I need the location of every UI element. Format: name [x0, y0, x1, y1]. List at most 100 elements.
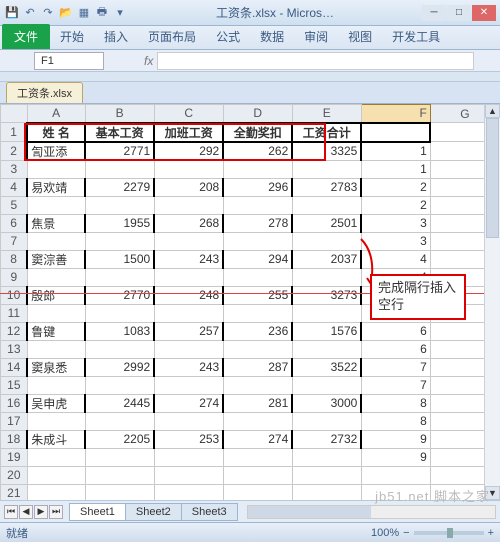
- row-header[interactable]: 6: [1, 214, 28, 232]
- cell[interactable]: [292, 160, 361, 178]
- sheet-tab-3[interactable]: Sheet3: [181, 503, 238, 521]
- row-header[interactable]: 8: [1, 250, 28, 268]
- cell[interactable]: 鲁键: [27, 322, 85, 340]
- cell[interactable]: [292, 448, 361, 466]
- tab-insert[interactable]: 插入: [94, 24, 138, 49]
- cell[interactable]: 292: [154, 142, 223, 161]
- col-header-C[interactable]: C: [154, 105, 223, 123]
- cell[interactable]: 2445: [85, 394, 154, 412]
- tab-data[interactable]: 数据: [250, 24, 294, 49]
- qat-undo-icon[interactable]: ↶: [22, 5, 38, 21]
- cell[interactable]: [292, 484, 361, 500]
- cell[interactable]: 窦淙善: [27, 250, 85, 268]
- cell[interactable]: [154, 448, 223, 466]
- row-header[interactable]: 16: [1, 394, 28, 412]
- close-button[interactable]: ✕: [472, 5, 496, 21]
- cell[interactable]: 248: [154, 286, 223, 304]
- cell[interactable]: 262: [223, 142, 292, 161]
- cell[interactable]: 2037: [292, 250, 361, 268]
- formula-bar[interactable]: [157, 52, 474, 70]
- cell[interactable]: 287: [223, 358, 292, 376]
- cell[interactable]: 257: [154, 322, 223, 340]
- cell[interactable]: 朱成斗: [27, 430, 85, 448]
- header-cell[interactable]: 全勤奖扣: [223, 123, 292, 142]
- col-header-F[interactable]: F: [361, 105, 430, 123]
- cell[interactable]: 2205: [85, 430, 154, 448]
- cell[interactable]: 易欢靖: [27, 178, 85, 196]
- cell[interactable]: 1: [361, 142, 430, 161]
- cell[interactable]: [154, 376, 223, 394]
- cell[interactable]: [85, 268, 154, 286]
- cell[interactable]: [154, 160, 223, 178]
- cell[interactable]: [154, 196, 223, 214]
- row-header[interactable]: 11: [1, 304, 28, 322]
- header-cell[interactable]: 加班工资: [154, 123, 223, 142]
- row-header[interactable]: 15: [1, 376, 28, 394]
- tab-view[interactable]: 视图: [338, 24, 382, 49]
- cell[interactable]: 2732: [292, 430, 361, 448]
- cell[interactable]: [27, 466, 85, 484]
- cell[interactable]: [154, 484, 223, 500]
- row-header[interactable]: 2: [1, 142, 28, 161]
- zoom-slider[interactable]: [414, 531, 484, 535]
- maximize-button[interactable]: □: [447, 5, 471, 21]
- cell-selected[interactable]: [361, 123, 430, 142]
- row-header[interactable]: 3: [1, 160, 28, 178]
- cell[interactable]: 2783: [292, 178, 361, 196]
- col-header-E[interactable]: E: [292, 105, 361, 123]
- cell[interactable]: 243: [154, 250, 223, 268]
- cell[interactable]: [292, 232, 361, 250]
- horizontal-scrollbar[interactable]: [247, 505, 496, 519]
- cell[interactable]: 2: [361, 196, 430, 214]
- col-header-D[interactable]: D: [223, 105, 292, 123]
- cell[interactable]: 3000: [292, 394, 361, 412]
- cell[interactable]: 255: [223, 286, 292, 304]
- cell[interactable]: [223, 448, 292, 466]
- spreadsheet-grid[interactable]: ABCDEFG1姓 名基本工资加班工资全勤奖扣工资合计2訇亚添277129226…: [0, 104, 500, 500]
- col-header-B[interactable]: B: [85, 105, 154, 123]
- row-header[interactable]: 19: [1, 448, 28, 466]
- row-header[interactable]: 7: [1, 232, 28, 250]
- qat-more-icon[interactable]: ▾: [112, 5, 128, 21]
- cell[interactable]: 7: [361, 376, 430, 394]
- sheet-nav-last-icon[interactable]: ⏭: [49, 505, 63, 519]
- row-header[interactable]: 10: [1, 286, 28, 304]
- cell[interactable]: [27, 448, 85, 466]
- cell[interactable]: [85, 484, 154, 500]
- cell[interactable]: [154, 304, 223, 322]
- row-header[interactable]: 14: [1, 358, 28, 376]
- cell[interactable]: [292, 340, 361, 358]
- cell[interactable]: [223, 376, 292, 394]
- sheet-nav-next-icon[interactable]: ▶: [34, 505, 48, 519]
- cell[interactable]: 3: [361, 214, 430, 232]
- cell[interactable]: [292, 376, 361, 394]
- ribbon-collapse[interactable]: [0, 72, 500, 82]
- cell[interactable]: 274: [223, 430, 292, 448]
- cell[interactable]: [154, 340, 223, 358]
- workbook-tab[interactable]: 工资条.xlsx: [6, 82, 83, 103]
- cell[interactable]: 2279: [85, 178, 154, 196]
- tab-developer[interactable]: 开发工具: [382, 24, 450, 49]
- cell[interactable]: [292, 304, 361, 322]
- cell[interactable]: [154, 268, 223, 286]
- sheet-tab-1[interactable]: Sheet1: [69, 503, 126, 521]
- cell[interactable]: 2771: [85, 142, 154, 161]
- qat-print-icon[interactable]: 🖶: [94, 5, 110, 21]
- cell[interactable]: 9: [361, 430, 430, 448]
- cell[interactable]: 278: [223, 214, 292, 232]
- cell[interactable]: 1500: [85, 250, 154, 268]
- cell[interactable]: 3522: [292, 358, 361, 376]
- cell[interactable]: 2992: [85, 358, 154, 376]
- row-header[interactable]: 4: [1, 178, 28, 196]
- vertical-scrollbar[interactable]: ▲ ▼: [484, 104, 500, 500]
- fx-icon[interactable]: fx: [144, 54, 153, 68]
- zoom-in-button[interactable]: +: [488, 527, 494, 539]
- cell[interactable]: [223, 412, 292, 430]
- sheet-nav-first-icon[interactable]: ⏮: [4, 505, 18, 519]
- cell[interactable]: [27, 304, 85, 322]
- cell[interactable]: 3273: [292, 286, 361, 304]
- cell[interactable]: [27, 232, 85, 250]
- tab-home[interactable]: 开始: [50, 24, 94, 49]
- cell[interactable]: [223, 268, 292, 286]
- cell[interactable]: 296: [223, 178, 292, 196]
